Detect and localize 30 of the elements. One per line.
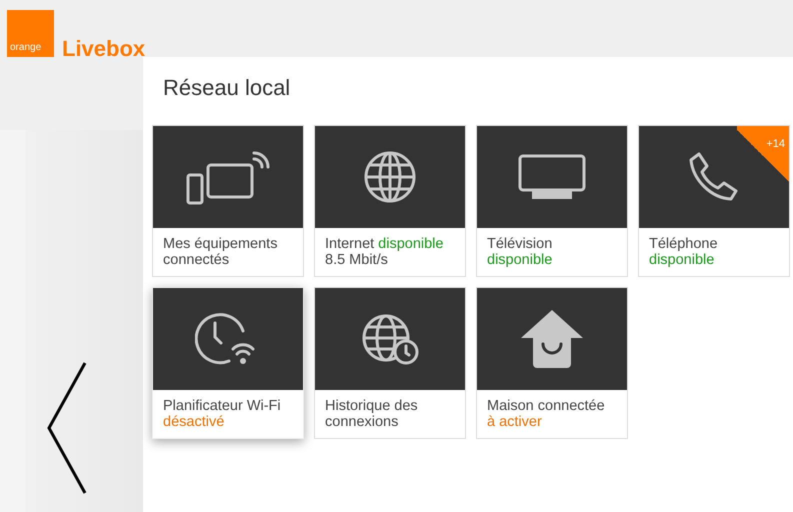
tile[interactable]: Historique des connexions <box>314 287 466 439</box>
caption-text: Historique des <box>325 398 418 414</box>
globe-icon <box>363 150 417 204</box>
tile[interactable]: Télévision disponible <box>476 125 628 277</box>
logo-text: orange <box>10 43 42 53</box>
caption-text: Internet <box>325 236 374 252</box>
caption-text: disponible <box>378 236 444 252</box>
caption-text: 8.5 Mbit/s <box>325 252 388 268</box>
caption-text: Mes équipements <box>163 236 278 252</box>
product-name: Livebox <box>62 38 146 60</box>
caption-text: Télévision <box>487 236 552 252</box>
tile[interactable]: Maison connectée à activer <box>476 287 628 439</box>
caption-text: Planificateur Wi-Fi <box>163 398 281 414</box>
caption-text: Maison connectée <box>487 398 605 414</box>
caption-text: connexions <box>325 414 398 430</box>
page-title: Réseau local <box>162 74 292 102</box>
devices-icon <box>186 149 270 205</box>
caption-text: à activer <box>487 414 542 430</box>
caption-text: désactivé <box>163 414 224 430</box>
tile[interactable]: +14 Téléphone disponible <box>638 125 790 277</box>
caption-text: connectés <box>163 252 230 268</box>
globe-history-icon <box>360 312 420 366</box>
caption-text: disponible <box>487 252 552 268</box>
tv-icon <box>518 154 586 200</box>
caption-text: disponible <box>649 252 714 268</box>
tile[interactable]: Internet disponible 8.5 Mbit/s <box>314 125 466 277</box>
caption-text: Téléphone <box>649 236 718 252</box>
home-icon <box>519 308 585 370</box>
tile[interactable]: Planificateur Wi-Fi désactivé <box>152 287 304 439</box>
tile[interactable]: Mes équipements connectés <box>152 125 304 277</box>
